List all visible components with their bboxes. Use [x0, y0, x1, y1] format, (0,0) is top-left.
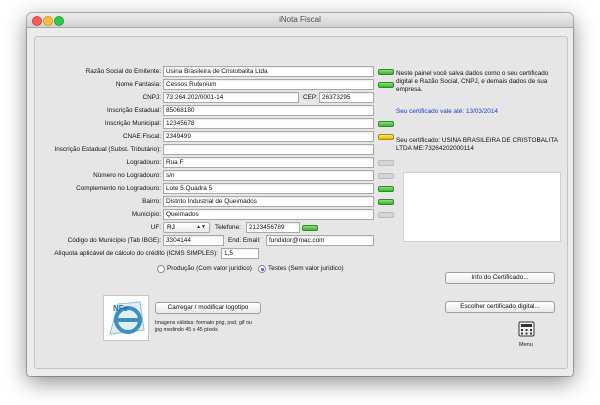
nome-fantasia-input[interactable]: Cessos Rutenium	[163, 79, 374, 90]
telefone-input[interactable]: 2123456789	[246, 222, 300, 233]
razao-social-label: Razão Social do Emitente:	[85, 68, 161, 75]
cnae-fiscal-status-indicator	[378, 134, 394, 140]
certificate-owner: Seu certificado: USINA BRASILEIRA DE CRI…	[396, 137, 558, 152]
uf-label: UF:	[150, 224, 161, 231]
numero-input[interactable]: s/n	[163, 170, 374, 181]
testes-radio[interactable]	[258, 265, 266, 273]
menu-calculator-icon[interactable]	[518, 321, 535, 337]
panel-description: Neste painel você salva dados como o seu…	[396, 70, 549, 93]
cnpj-input[interactable]: 73.264.202/0001-14	[163, 92, 299, 103]
telefone-status-indicator	[302, 225, 318, 231]
codigo-municipio-input[interactable]: 3304144	[163, 235, 224, 246]
app-window: iNota Fiscal Razão Social do Emitente: U…	[27, 13, 573, 376]
numero-label: Número no Logradouro:	[93, 172, 161, 179]
inscricao-estadual-label: Inscrição Estadual:	[107, 107, 161, 114]
certificate-details-box	[403, 172, 561, 242]
logo-format-note: Imagens válidas: formato png, psd, gif o…	[155, 320, 252, 333]
producao-radio[interactable]	[157, 265, 165, 273]
logradouro-input[interactable]: Rua F	[163, 157, 374, 168]
complemento-status-indicator	[378, 186, 394, 192]
window-title: iNota Fiscal	[279, 15, 321, 24]
logradouro-status-indicator	[378, 160, 394, 166]
nfe-logo-icon: NFe	[104, 296, 148, 340]
logo-letters: NFe	[113, 304, 129, 313]
uf-select-value: RJ	[167, 224, 175, 231]
info-certificado-button[interactable]: Info do Certificado...	[445, 272, 555, 284]
razao-social-status-indicator	[378, 69, 394, 75]
cnae-fiscal-label: CNAE Fiscal:	[123, 133, 161, 140]
producao-radio-label: Produção (Com valor jurídico)	[167, 265, 252, 272]
complemento-label: Complemento no Logradouro:	[76, 185, 161, 192]
inscricao-municipal-input[interactable]: 12345678	[163, 118, 374, 129]
cep-input[interactable]: 26373295	[319, 92, 374, 103]
telefone-label: Telefone:	[215, 224, 241, 231]
menu-label[interactable]: Menu	[519, 342, 533, 348]
inscricao-estadual-input[interactable]: 85068180	[163, 105, 374, 116]
aliquota-label: Alíquota aplicável de cálculo do crédito…	[54, 250, 218, 257]
email-input[interactable]: fundidor@mac.com	[266, 235, 374, 246]
cep-label: CEP:	[303, 94, 318, 101]
nome-fantasia-label: Nome Fantasia:	[115, 81, 161, 88]
carregar-logotipo-button[interactable]: Carregar / modificar logotipo	[155, 302, 261, 314]
email-label: End. Email:	[228, 237, 261, 244]
bairro-status-indicator	[378, 199, 394, 205]
inscricao-municipal-status-indicator	[378, 121, 394, 127]
title-bar[interactable]: iNota Fiscal	[27, 13, 573, 28]
inscricao-estadual-st-label: Inscrição Estadual (Subst. Tributário):	[54, 146, 161, 153]
cnpj-label: CNPJ:	[142, 94, 161, 101]
testes-radio-label: Testes (Sem valor jurídico)	[268, 265, 344, 272]
codigo-municipio-label: Código do Município (Tab IBGE):	[67, 237, 161, 244]
inscricao-estadual-st-input[interactable]	[163, 144, 374, 155]
numero-status-indicator	[378, 173, 394, 179]
bairro-label: Bairro:	[142, 198, 161, 205]
complemento-input[interactable]: Lote 5 Quadra 5	[163, 183, 374, 194]
inscricao-municipal-label: Inscrição Municipal:	[104, 120, 161, 127]
certificate-validity: Seu certificado vale até: 13/03/2014	[396, 108, 498, 115]
nome-fantasia-status-indicator	[378, 82, 394, 88]
escolher-certificado-button[interactable]: Escolher certificado digital...	[445, 301, 555, 313]
municipio-input[interactable]: Queimados	[163, 209, 374, 220]
bairro-input[interactable]: Distrito Industrial de Queimados	[163, 196, 374, 207]
logradouro-label: Logradouro:	[126, 159, 161, 166]
aliquota-input[interactable]: 1,5	[221, 248, 259, 259]
cnae-fiscal-input[interactable]: 2349499	[163, 131, 374, 142]
municipio-status-indicator	[378, 212, 394, 218]
logo-preview: NFe	[103, 295, 149, 341]
razao-social-input[interactable]: Usina Brasileira de Cristobalita Ltda	[163, 66, 374, 77]
municipio-label: Município:	[131, 211, 161, 218]
company-data-panel: Razão Social do Emitente: Usina Brasilei…	[34, 36, 568, 369]
chevron-updown-icon: ▲▼	[196, 224, 206, 230]
uf-select[interactable]: RJ ▲▼	[163, 222, 210, 233]
